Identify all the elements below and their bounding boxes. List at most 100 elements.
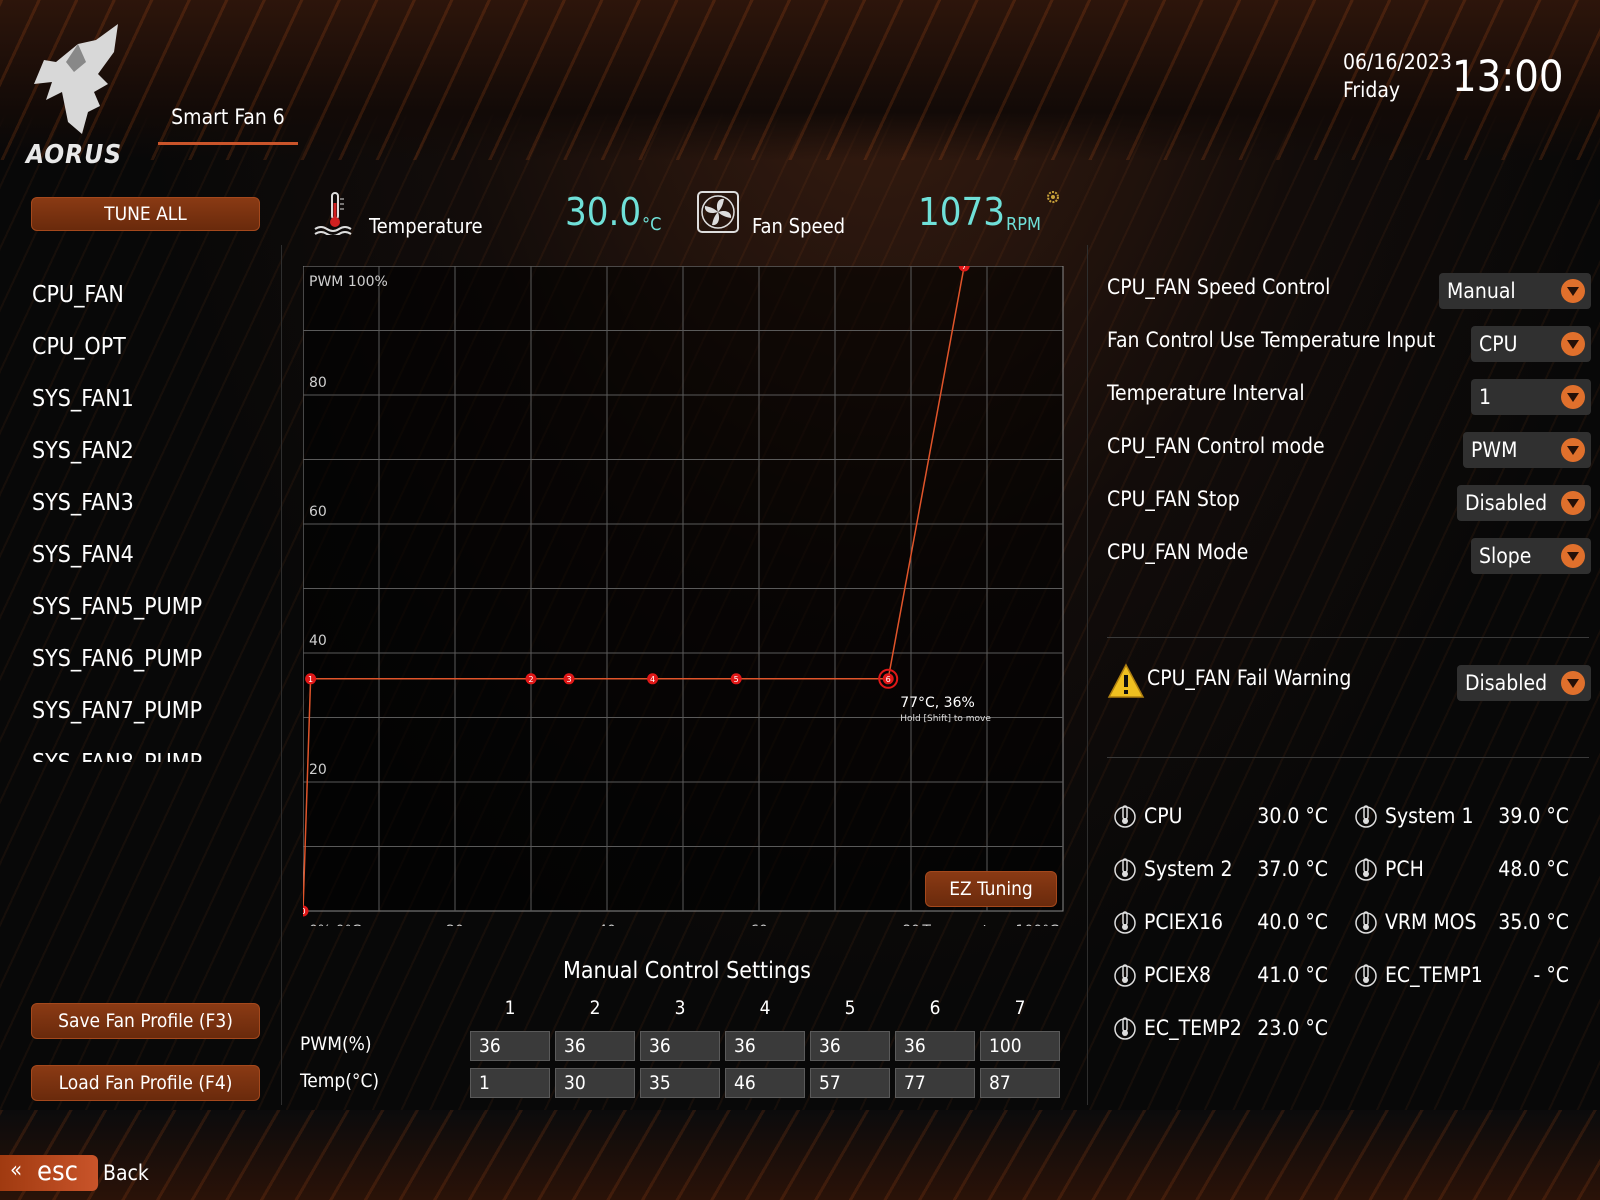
tune-all-button[interactable]: TUNE ALL — [31, 197, 260, 231]
control-mode-label: CPU_FAN Control mode — [1107, 434, 1325, 458]
temperature-unit: °C — [642, 214, 662, 235]
double-chevron-left-icon: « — [10, 1158, 23, 1183]
fan-stop-dropdown[interactable]: Disabled — [1457, 485, 1591, 521]
thermometer-icon — [1354, 855, 1378, 883]
pwm-value-cell[interactable]: 36 — [555, 1031, 635, 1061]
temp-value-cell[interactable]: 46 — [725, 1068, 805, 1098]
temp-row-label: Temp(°C) — [300, 1070, 380, 1092]
thermometer-icon — [1354, 961, 1378, 989]
fan-mode-dropdown[interactable]: Slope — [1471, 538, 1591, 574]
speed-control-label: CPU_FAN Speed Control — [1107, 275, 1331, 299]
temp-value-cell[interactable]: 87 — [980, 1068, 1060, 1098]
y-tick-label: 40 — [309, 633, 327, 649]
fan-item[interactable]: SYS_FAN6_PUMP — [32, 646, 202, 698]
thermometer-icon — [1113, 961, 1137, 989]
curve-point-label: 6 — [886, 675, 891, 684]
control-mode-dropdown[interactable]: PWM — [1463, 432, 1591, 468]
curve-point-label: 0 — [303, 907, 306, 916]
left-divider — [281, 245, 282, 1105]
pwm-value-cell[interactable]: 100 — [980, 1031, 1060, 1061]
temp-sensor-value: 41.0 °C — [1257, 963, 1328, 987]
fail-warning-dropdown[interactable]: Disabled — [1457, 665, 1591, 701]
save-fan-profile-button[interactable]: Save Fan Profile (F3) — [31, 1003, 260, 1039]
temp-sensor-value: 35.0 °C — [1498, 910, 1569, 934]
footer-background — [0, 1110, 1600, 1200]
thermometer-icon — [1354, 908, 1378, 936]
temperature-label: Temperature — [369, 214, 483, 238]
temp-sensor-name: PCIEX16 — [1144, 910, 1224, 934]
fan-item[interactable]: CPU_FAN — [32, 282, 202, 334]
temperature-input-dropdown[interactable]: CPU — [1471, 326, 1591, 362]
pwm-value-cell[interactable]: 36 — [640, 1031, 720, 1061]
pwm-value-cell[interactable]: 36 — [810, 1031, 890, 1061]
temp-value-cell[interactable]: 1 — [470, 1068, 550, 1098]
esc-key-label: esc — [37, 1156, 78, 1187]
fan-header-list: CPU_FAN CPU_OPT SYS_FAN1 SYS_FAN2 SYS_FAN3 SY… — [32, 282, 202, 762]
settings-divider — [1107, 637, 1589, 638]
fan-item[interactable]: SYS_FAN5_PUMP — [32, 594, 202, 646]
fan-item[interactable]: SYS_FAN4 — [32, 542, 202, 594]
fan-icon — [697, 191, 739, 233]
pwm-value-cell[interactable]: 36 — [895, 1031, 975, 1061]
manual-control-title: Manual Control Settings — [563, 958, 811, 984]
load-fan-profile-button[interactable]: Load Fan Profile (F4) — [31, 1065, 260, 1101]
x-axis-label: Temperature 100°C — [921, 923, 1059, 926]
pwm-value-cell[interactable]: 36 — [470, 1031, 550, 1061]
temperature-input-value: CPU — [1479, 332, 1518, 356]
tab-smart-fan-6[interactable]: Smart Fan 6 — [158, 105, 298, 129]
fan-item[interactable]: SYS_FAN3 — [32, 490, 202, 542]
speed-control-value: Manual — [1447, 279, 1516, 303]
pwm-value-cell[interactable]: 36 — [725, 1031, 805, 1061]
temperature-interval-label: Temperature Interval — [1107, 381, 1305, 405]
back-label[interactable]: Back — [103, 1161, 149, 1185]
ez-tuning-button[interactable]: EZ Tuning — [925, 871, 1057, 907]
column-header: 2 — [589, 997, 601, 1019]
temp-value-cell[interactable]: 30 — [555, 1068, 635, 1098]
thermometer-icon — [1113, 855, 1137, 883]
active-tab-underline — [158, 142, 298, 145]
temp-sensor-value: 40.0 °C — [1257, 910, 1328, 934]
column-header: 5 — [844, 997, 856, 1019]
column-header: 7 — [1014, 997, 1026, 1019]
gear-icon[interactable] — [1045, 189, 1061, 205]
chevron-down-icon — [1561, 544, 1585, 568]
temp-value-cell[interactable]: 57 — [810, 1068, 890, 1098]
curve-point-label: 7 — [962, 266, 967, 271]
point-tooltip: 77°C, 36% — [900, 695, 975, 711]
fan-curve-chart[interactable]: PWM 100% 20 40 60 80 0 1 2 3 4 5 6 7 77°C, 36% Hold [S… — [303, 266, 1073, 926]
chevron-down-icon — [1561, 671, 1585, 695]
thermometer-icon — [1113, 1014, 1137, 1042]
chevron-down-icon — [1561, 332, 1585, 356]
fan-item[interactable]: SYS_FAN8_PUMP — [32, 750, 202, 762]
fan-item[interactable]: SYS_FAN7_PUMP — [32, 698, 202, 750]
y-tick-label: 80 — [309, 375, 327, 391]
fan-stop-label: CPU_FAN Stop — [1107, 487, 1240, 511]
temp-value-cell[interactable]: 35 — [640, 1068, 720, 1098]
fan-speed-label: Fan Speed — [752, 214, 846, 238]
temperature-interval-dropdown[interactable]: 1 — [1471, 379, 1591, 415]
temperature-value: 30.0 — [565, 190, 642, 234]
fan-item[interactable]: SYS_FAN2 — [32, 438, 202, 490]
x-tick-label: 40 — [598, 923, 616, 926]
temp-sensor-value: - °C — [1533, 963, 1569, 987]
temps-divider — [1107, 757, 1589, 758]
right-divider — [1087, 245, 1088, 1105]
origin-label: 0%,0°C — [309, 923, 362, 926]
speed-control-dropdown[interactable]: Manual — [1439, 273, 1591, 309]
x-tick-label: 60 — [750, 923, 768, 926]
temp-sensor-value: 23.0 °C — [1257, 1016, 1328, 1040]
temperature-interval-value: 1 — [1479, 385, 1492, 409]
control-mode-value: PWM — [1471, 438, 1518, 462]
column-header: 4 — [759, 997, 771, 1019]
temp-sensor-name: PCIEX8 — [1144, 963, 1212, 987]
fan-speed-value: 1073 — [918, 190, 1005, 234]
x-tick-label: 20 — [446, 923, 464, 926]
fan-item[interactable]: CPU_OPT — [32, 334, 202, 386]
y-axis-label: PWM 100% — [309, 274, 388, 290]
column-header: 6 — [929, 997, 941, 1019]
chevron-down-icon — [1561, 279, 1585, 303]
fan-item[interactable]: SYS_FAN1 — [32, 386, 202, 438]
fan-mode-label: CPU_FAN Mode — [1107, 540, 1249, 564]
column-header: 3 — [674, 997, 686, 1019]
temp-value-cell[interactable]: 77 — [895, 1068, 975, 1098]
